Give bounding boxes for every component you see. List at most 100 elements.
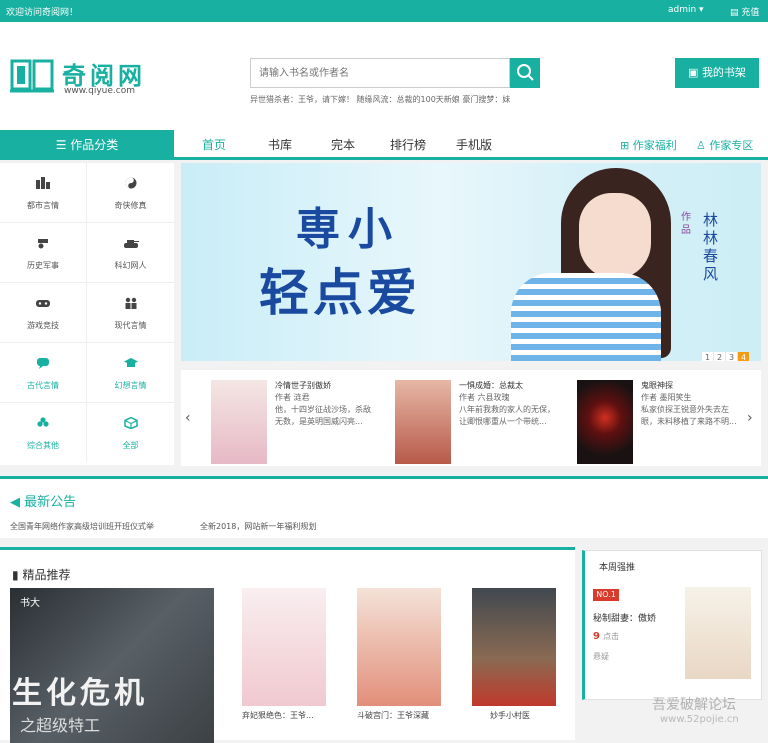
nav-completed[interactable]: 完本 — [331, 136, 355, 153]
category-label: 综合其他 — [27, 441, 59, 450]
banner-girl-shirt — [511, 273, 661, 361]
book-logo-icon[interactable] — [8, 55, 56, 95]
book-cover — [395, 380, 451, 464]
banner-page-1[interactable]: 1 — [702, 352, 713, 361]
category-panel: 都市言情 奇侠修真 历史军事 科幻网人 游戏竞技 现代言情 古代言情 幻想言情 … — [0, 163, 174, 465]
featured-book-title[interactable]: 斗破宫门：王爷深藏 — [357, 710, 457, 721]
book-desc: 私家侦探王锐意外失去左眼，未料移植了来路不明... — [641, 405, 737, 426]
chat-icon — [37, 358, 49, 369]
my-bookshelf-button[interactable]: ▣ 我的书架 — [675, 58, 759, 88]
book-carousel: ‹ › 冷情世子别傲娇 作者 涟君 他，十四岁征战沙场，杀敌无数，是英明国威闪亮… — [181, 370, 761, 466]
search-button[interactable] — [510, 58, 540, 88]
bookshelf-label: 我的书架 — [701, 66, 746, 79]
writer-welfare-label: 作家福利 — [632, 139, 677, 152]
forum-watermark-url: www.52pojie.cn — [660, 714, 739, 725]
nav-mobile[interactable]: 手机版 — [456, 136, 492, 153]
category-urban[interactable]: 都市言情 — [0, 163, 87, 223]
book-desc: 八年前我救的家人的无保，让卿恨哪重从一个带统... — [459, 405, 555, 426]
category-all[interactable]: 全部 — [87, 403, 174, 463]
banner-pagination: 1234 — [701, 345, 749, 361]
book-info: 冷情世子别傲娇 作者 涟君 他，十四岁征战沙场，杀敌无数，是英明国威闪亮... — [275, 380, 375, 428]
welcome-text: 欢迎访问奇阅网！ — [6, 8, 79, 18]
banner-author-name: 林林春风 — [703, 211, 719, 283]
writer-zone-link[interactable]: ♙ 作家专区 — [696, 137, 753, 153]
banner-page-4[interactable]: 4 — [738, 352, 749, 361]
category-header[interactable]: ☰ 作品分类 — [0, 130, 174, 160]
featured-books: ▮ 精品推荐 书大 生化危机 之超级特工 弃妃狠绝色：王爷... 斗破宫门：王爷… — [0, 547, 575, 743]
featured-book-cover[interactable] — [472, 588, 556, 706]
announcements-title: ◀ 最新公告 — [10, 491, 76, 510]
banner-page-3[interactable]: 3 — [726, 352, 737, 361]
category-scifi[interactable]: 科幻网人 — [87, 223, 174, 283]
cube-icon — [123, 417, 138, 429]
category-label: 全部 — [122, 441, 139, 450]
nav-ranking[interactable]: 排行榜 — [390, 136, 426, 153]
yinyang-icon — [125, 177, 136, 189]
announcement-link[interactable]: 全国青年网络作家高级培训班开班仪式举 — [10, 521, 154, 532]
featured-title: ▮ 精品推荐 — [12, 566, 70, 583]
top-bar: 欢迎访问奇阅网！ admin ▾ ▤ 充值 — [0, 0, 768, 22]
banner-author-tag: 作品 — [681, 212, 691, 236]
category-label: 奇侠修真 — [114, 201, 147, 210]
big-cover-subtitle: 之超级特工 — [20, 716, 101, 735]
weekly-book-cover[interactable] — [685, 587, 751, 679]
book-desc: 他，十四岁征战沙场，杀敌无数，是英明国威闪亮... — [275, 405, 371, 426]
category-history[interactable]: 历史军事 — [0, 223, 87, 283]
banner-title-line2: 轻点爱 — [259, 264, 421, 322]
weekly-click-count: 9 点击 — [593, 631, 619, 642]
category-label: 古代言情 — [27, 381, 59, 390]
category-xianxia[interactable]: 奇侠修真 — [87, 163, 174, 223]
book-author: 作者 涟君 — [275, 393, 310, 402]
featured-big-cover[interactable]: 书大 生化危机 之超级特工 — [10, 588, 214, 743]
tank-icon — [123, 240, 139, 248]
recharge-label: 充值 — [741, 8, 760, 18]
book-title: 冷情世子别傲娇 — [275, 381, 331, 390]
gamepad-icon — [36, 300, 50, 307]
category-label: 现代言情 — [114, 321, 147, 330]
nav-library[interactable]: 书库 — [268, 136, 292, 153]
chevron-left-icon[interactable]: ‹ — [185, 410, 191, 426]
hero-banner[interactable]: 専小 轻点爱 作品 林林春风 1234 — [181, 163, 761, 361]
writer-welfare-link[interactable]: ⊞ 作家福利 — [620, 137, 677, 153]
banner-title-line1: 専小 — [296, 204, 400, 255]
nav-home[interactable]: 首页 — [202, 136, 226, 153]
category-game[interactable]: 游戏竞技 — [0, 283, 87, 343]
user-menu[interactable]: admin ▾ — [668, 5, 704, 15]
featured-book-cover[interactable] — [242, 588, 326, 706]
graduation-icon — [123, 358, 138, 367]
weekly-title: 本周强推 — [599, 563, 636, 573]
banner-girl-face — [579, 193, 651, 279]
megaphone-icon: ◀ — [10, 495, 20, 510]
book-cover — [211, 380, 267, 464]
announcement-link[interactable]: 全新2018，网站新一年福利规划 — [200, 521, 316, 532]
featured-title-text: 精品推荐 — [22, 568, 71, 582]
forum-watermark: 吾爱破解论坛 — [652, 697, 736, 713]
category-fantasy-romance[interactable]: 幻想言情 — [87, 343, 174, 403]
book-author: 作者 墨阳笑生 — [641, 393, 692, 402]
weekly-book-title[interactable]: 秘制甜妻：傲娇 — [593, 611, 656, 624]
category-ancient-romance[interactable]: 古代言情 — [0, 343, 87, 403]
featured-book-title[interactable]: 妙手小村医 — [490, 710, 590, 721]
featured-book-cover[interactable] — [357, 588, 441, 706]
city-icon — [36, 177, 50, 189]
category-label: 游戏竞技 — [27, 321, 59, 330]
chevron-right-icon[interactable]: › — [747, 410, 753, 426]
publisher-logo: 书大 — [20, 598, 40, 609]
cannon-icon — [38, 239, 48, 249]
user-icon: ♙ — [696, 139, 706, 152]
site-url: www.qiyue.com — [64, 86, 135, 96]
category-label: 历史军事 — [27, 261, 59, 270]
big-cover-title: 生化危机 — [12, 676, 148, 711]
book-info: 一惧成婚：总裁太 作者 六县玫瑰 八年前我救的家人的无保，让卿恨哪重从一个带统.… — [459, 380, 559, 428]
featured-book-title[interactable]: 弃妃狠绝色：王爷... — [242, 710, 342, 721]
banner-page-2[interactable]: 2 — [714, 352, 725, 361]
search-input[interactable] — [250, 58, 510, 88]
announcements-title-text: 最新公告 — [24, 495, 77, 510]
recharge-link[interactable]: ▤ 充值 — [730, 5, 759, 18]
hot-search-words[interactable]: 异世猎杀者：王爷，请下嫁！ 随缘风流：总裁的100天新娘 豪门搜梦：妹 — [250, 94, 510, 105]
category-other[interactable]: 综合其他 — [0, 403, 87, 463]
announcements: ◀ 最新公告 全国青年网络作家高级培训班开班仪式举 全新2018，网站新一年福利… — [0, 476, 768, 538]
category-label: 幻想言情 — [114, 381, 147, 390]
rank-badge: NO.1 — [593, 589, 619, 601]
category-modern-romance[interactable]: 现代言情 — [87, 283, 174, 343]
